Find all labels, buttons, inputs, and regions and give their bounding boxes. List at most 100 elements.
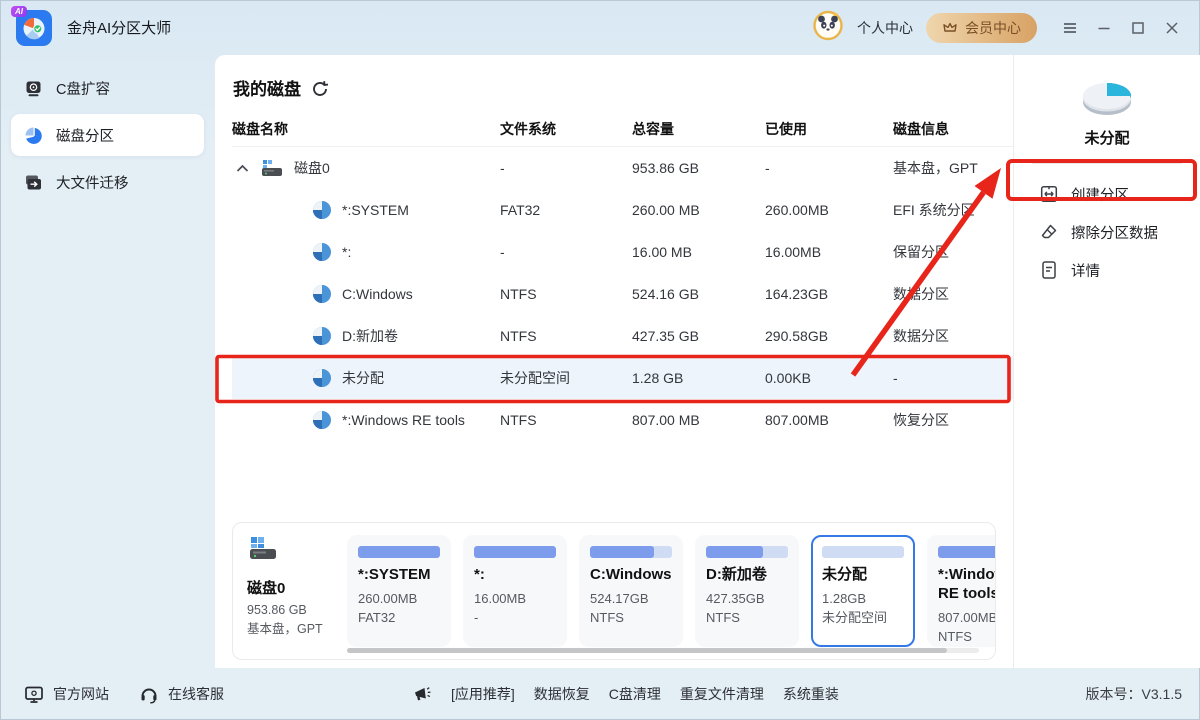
usage-bar bbox=[358, 546, 440, 558]
file-migrate-icon bbox=[24, 173, 43, 192]
partition-pie-icon bbox=[312, 242, 332, 262]
table-row-partition[interactable]: D:新加卷 NTFS 427.35 GB 290.58GB 数据分区 bbox=[232, 315, 1013, 357]
partition-cards: *:SYSTEM 260.00MB FAT32 *: 16.00MB - bbox=[347, 535, 996, 647]
disk-drive-icon bbox=[258, 157, 286, 179]
disk-drive-icon bbox=[247, 535, 283, 565]
menu-icon[interactable] bbox=[1056, 14, 1084, 42]
online-support-link[interactable]: 在线客服 bbox=[139, 684, 224, 704]
maximize-button[interactable] bbox=[1124, 14, 1152, 42]
partition-card[interactable]: D:新加卷 427.35GB NTFS bbox=[695, 535, 799, 647]
partition-card[interactable]: *: 16.00MB - bbox=[463, 535, 567, 647]
partition-name: *:Windows RE tools bbox=[342, 412, 465, 428]
collapse-caret-icon[interactable] bbox=[234, 164, 250, 173]
promo-system-reinstall[interactable]: 系统重装 bbox=[783, 684, 839, 704]
crown-icon bbox=[942, 20, 958, 35]
details-label: 详情 bbox=[1071, 260, 1100, 281]
sidebar-item-label: 磁盘分区 bbox=[56, 125, 114, 146]
member-center-button[interactable]: 会员中心 bbox=[926, 13, 1037, 43]
cards-scrollbar[interactable] bbox=[347, 648, 979, 653]
member-center-label: 会员中心 bbox=[965, 18, 1021, 38]
headset-icon bbox=[139, 685, 159, 704]
main-panel: 我的磁盘 磁盘名称 文件系统 总容量 已使用 磁盘信息 bbox=[215, 55, 1200, 668]
app-title: 金舟AI分区大师 bbox=[67, 17, 171, 38]
eraser-icon bbox=[1039, 222, 1059, 242]
table-header: 磁盘名称 文件系统 总容量 已使用 磁盘信息 bbox=[232, 111, 1013, 147]
create-partition-icon bbox=[1039, 184, 1059, 204]
sidebar-item-label: C盘扩容 bbox=[56, 78, 110, 99]
col-header-name: 磁盘名称 bbox=[232, 119, 500, 139]
partition-card[interactable]: *:Windows RE tools 807.00MB NTFS bbox=[927, 535, 996, 647]
hard-drive-icon bbox=[24, 79, 43, 98]
partition-card-unallocated-selected[interactable]: 未分配 1.28GB 未分配空间 bbox=[811, 535, 915, 647]
official-website-label: 官方网站 bbox=[53, 684, 109, 704]
online-support-label: 在线客服 bbox=[168, 684, 224, 704]
sidebar-item-c-drive-expand[interactable]: C盘扩容 bbox=[11, 67, 204, 109]
refresh-icon[interactable] bbox=[311, 80, 329, 103]
partition-map-panel: 磁盘0 953.86 GB 基本盘，GPT *:SYSTEM 260.00MB … bbox=[232, 522, 996, 660]
disk-summary-name: 磁盘0 bbox=[247, 577, 347, 598]
page-title: 我的磁盘 bbox=[233, 77, 301, 103]
usage-bar bbox=[474, 546, 556, 558]
table-row-partition[interactable]: C:Windows NTFS 524.16 GB 164.23GB 数据分区 bbox=[232, 273, 1013, 315]
disk-name: 磁盘0 bbox=[294, 158, 330, 178]
app-window: AI 金舟AI分区大师 个人中心 bbox=[0, 0, 1200, 720]
official-website-link[interactable]: 官方网站 bbox=[24, 684, 109, 704]
disk-content: 我的磁盘 磁盘名称 文件系统 总容量 已使用 磁盘信息 bbox=[215, 55, 1013, 668]
usage-bar bbox=[822, 546, 904, 558]
table-row-unallocated-selected[interactable]: 未分配 未分配空间 1.28 GB 0.00KB - bbox=[232, 357, 1013, 399]
col-header-total: 总容量 bbox=[632, 119, 765, 139]
usage-bar bbox=[938, 546, 996, 558]
partition-pie-icon bbox=[312, 368, 332, 388]
user-avatar[interactable] bbox=[812, 9, 844, 46]
sidebar: C盘扩容 磁盘分区 大文件迁移 bbox=[0, 55, 215, 668]
pie-partition-icon bbox=[24, 126, 43, 145]
partition-name: 未分配 bbox=[342, 368, 384, 388]
close-button[interactable] bbox=[1158, 14, 1186, 42]
promo-data-recovery[interactable]: 数据恢复 bbox=[534, 684, 590, 704]
footer-bar: 官方网站 在线客服 [应用推荐] 数据恢复 C盘清理 重复文件清理 bbox=[0, 668, 1200, 720]
partition-card[interactable]: C:Windows 524.17GB NTFS bbox=[579, 535, 683, 647]
user-center-link[interactable]: 个人中心 bbox=[857, 18, 913, 38]
partition-pie-icon bbox=[312, 410, 332, 430]
partition-pie-icon bbox=[312, 284, 332, 304]
details-button[interactable]: 详情 bbox=[1014, 251, 1200, 289]
usage-bar bbox=[590, 546, 672, 558]
create-partition-button[interactable]: 创建分区 bbox=[1014, 175, 1200, 213]
erase-partition-button[interactable]: 擦除分区数据 bbox=[1014, 213, 1200, 251]
erase-partition-label: 擦除分区数据 bbox=[1071, 222, 1158, 243]
table-row-partition[interactable]: *:Windows RE tools NTFS 807.00 MB 807.00… bbox=[232, 399, 1013, 441]
promo-app-recommend[interactable]: [应用推荐] bbox=[451, 684, 515, 704]
partition-name: *:SYSTEM bbox=[342, 202, 409, 218]
version-label: 版本号：V3.1.5 bbox=[1086, 668, 1182, 720]
disk-summary-capacity: 953.86 GB bbox=[247, 601, 347, 620]
ai-badge: AI bbox=[11, 6, 27, 17]
promo-c-drive-clean[interactable]: C盘清理 bbox=[609, 684, 661, 704]
sidebar-item-disk-partition[interactable]: 磁盘分区 bbox=[11, 114, 204, 156]
table-row-partition[interactable]: *:SYSTEM FAT32 260.00 MB 260.00MB EFI 系统… bbox=[232, 189, 1013, 231]
megaphone-icon bbox=[412, 685, 432, 704]
title-bar: AI 金舟AI分区大师 个人中心 bbox=[0, 0, 1200, 55]
app-logo-icon: AI bbox=[16, 10, 52, 46]
promo-duplicate-clean[interactable]: 重复文件清理 bbox=[680, 684, 764, 704]
disk-summary-type: 基本盘，GPT bbox=[247, 620, 347, 639]
monitor-icon bbox=[24, 685, 44, 704]
create-partition-label: 创建分区 bbox=[1071, 184, 1129, 205]
action-panel: 未分配 创建分区 擦除分区数据 bbox=[1013, 55, 1200, 668]
table-row-disk0[interactable]: 磁盘0 - 953.86 GB - 基本盘，GPT bbox=[232, 147, 1013, 189]
sidebar-item-large-file-migration[interactable]: 大文件迁移 bbox=[11, 161, 204, 203]
partition-name: *: bbox=[342, 244, 351, 260]
document-icon bbox=[1039, 260, 1059, 280]
selected-partition-pie-icon bbox=[1079, 75, 1135, 121]
col-header-info: 磁盘信息 bbox=[893, 119, 1013, 139]
disk-summary: 磁盘0 953.86 GB 基本盘，GPT bbox=[247, 535, 347, 647]
usage-bar bbox=[706, 546, 788, 558]
partition-name: C:Windows bbox=[342, 286, 413, 302]
partition-pie-icon bbox=[312, 200, 332, 220]
table-row-partition[interactable]: *: - 16.00 MB 16.00MB 保留分区 bbox=[232, 231, 1013, 273]
minimize-button[interactable] bbox=[1090, 14, 1118, 42]
col-header-fs: 文件系统 bbox=[500, 119, 632, 139]
partition-card[interactable]: *:SYSTEM 260.00MB FAT32 bbox=[347, 535, 451, 647]
disk-table: 磁盘名称 文件系统 总容量 已使用 磁盘信息 bbox=[232, 111, 1013, 441]
partition-pie-icon bbox=[312, 326, 332, 346]
sidebar-item-label: 大文件迁移 bbox=[56, 172, 129, 193]
